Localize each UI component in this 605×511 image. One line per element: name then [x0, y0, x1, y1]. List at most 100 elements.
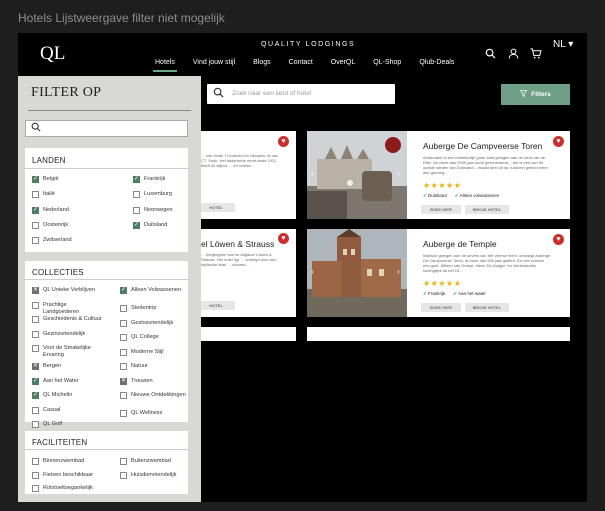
checkmark-icon[interactable]: ✓ — [133, 221, 140, 229]
checkbox-box[interactable] — [32, 221, 39, 229]
checkbox-box[interactable] — [32, 421, 39, 428]
checkbox-box[interactable] — [120, 410, 127, 417]
filter-checkbox[interactable]: QL College — [120, 334, 191, 341]
filter-checkbox[interactable]: Fietsen beschikbaar — [32, 471, 103, 479]
language-select[interactable]: NL ▾ — [553, 39, 573, 50]
carousel-prev-icon[interactable]: ‹ — [311, 169, 314, 178]
favorite-heart-icon[interactable]: ♥ — [553, 136, 564, 147]
cross-icon[interactable]: ✕ — [32, 363, 39, 370]
carousel-prev-icon[interactable]: ‹ — [311, 267, 314, 276]
filter-section-collecties: COLLECTIES ✕ QL Unieke Verblijven Prachtig… — [25, 261, 191, 428]
checkbox-box[interactable] — [120, 363, 127, 370]
filter-checkbox[interactable]: Zwitserland — [32, 237, 103, 245]
logo[interactable]: QL — [40, 43, 65, 65]
nav-vind-jouw-stijl[interactable]: Vind jouw stijl — [184, 58, 244, 68]
filter-checkbox[interactable]: ✓ QL Michelin — [32, 392, 103, 399]
checkbox-box[interactable] — [32, 345, 39, 352]
nav-overql[interactable]: OverQL — [322, 58, 365, 68]
filter-checkbox[interactable]: ✕ Bergen — [32, 363, 103, 370]
filter-checkbox[interactable]: Luxemburg — [133, 191, 204, 199]
carousel-next-icon[interactable]: › — [397, 169, 400, 178]
search-icon[interactable] — [485, 48, 496, 62]
nav-contact[interactable]: Contact — [280, 58, 322, 68]
section-heading: COLLECTIES — [32, 268, 84, 277]
filter-checkbox[interactable]: Stedentrip — [120, 305, 191, 312]
checkbox-box[interactable] — [32, 316, 39, 323]
filter-checkbox[interactable]: Huisdiervriendelijk — [120, 471, 191, 479]
checkbox-box[interactable] — [32, 301, 39, 309]
checkbox-box[interactable] — [32, 330, 39, 338]
checkbox-box[interactable] — [32, 471, 39, 479]
cross-icon[interactable]: ✕ — [32, 287, 39, 294]
checkbox-box[interactable] — [32, 237, 39, 245]
filter-checkbox[interactable]: Oostenrijk — [32, 221, 103, 229]
filter-checkbox[interactable]: Buitenzwembad — [120, 458, 191, 465]
checkmark-icon[interactable]: ✓ — [32, 392, 39, 399]
filter-checkbox[interactable]: Gezinsvriendelijk — [120, 319, 191, 327]
filter-search-input[interactable] — [25, 120, 188, 137]
hotel-card-partial[interactable] — [307, 327, 570, 341]
checkbox-box[interactable] — [133, 191, 140, 199]
filter-checkbox[interactable]: Gezinsvriendelijk — [32, 330, 103, 338]
filter-checkbox[interactable]: ✓ Nederland — [32, 206, 103, 214]
hotel-search-input[interactable]: Zoek naar een land of hotel — [207, 84, 395, 104]
favorite-heart-icon[interactable]: ♥ — [278, 136, 289, 147]
filter-checkbox[interactable]: Noorwegen — [133, 206, 204, 214]
filter-checkbox[interactable]: ✓ Duitsland — [133, 221, 204, 229]
book-button[interactable]: BOEK HIER — [421, 205, 461, 214]
nav-ql-shop[interactable]: QL-Shop — [364, 58, 410, 68]
filter-checkbox[interactable]: Moderne Stijl — [120, 348, 191, 356]
checkbox-box[interactable] — [32, 406, 39, 414]
checkbox-box[interactable] — [120, 319, 127, 327]
hotel-card[interactable]: ‹ › ♥ Auberge De Campveerse Toren Andern… — [307, 131, 570, 219]
filter-checkbox[interactable]: Italië — [32, 191, 103, 199]
filter-checkbox[interactable]: ✕ Trouwen — [120, 377, 191, 385]
cross-icon[interactable]: ✕ — [120, 377, 127, 385]
checkbox-box[interactable] — [120, 334, 127, 341]
view-hotel-button[interactable]: HOTEL — [197, 301, 235, 310]
checkbox-box[interactable] — [120, 348, 127, 356]
filter-checkbox[interactable]: Natuur — [120, 363, 191, 370]
checkbox-box[interactable] — [120, 471, 127, 479]
view-hotel-button[interactable]: BEKIJK HOTEL — [465, 205, 509, 214]
checkmark-icon[interactable]: ✓ — [32, 377, 39, 385]
hotel-card[interactable]: ‹ › ♥ Auberge de Temple Idyllisch gelege… — [307, 229, 570, 317]
filter-checkbox[interactable]: Prachtige Landgoederen — [32, 301, 103, 316]
checkmark-icon[interactable]: ✓ — [32, 206, 39, 214]
filter-checkbox[interactable]: Casual — [32, 406, 103, 414]
checkbox-box[interactable] — [120, 392, 127, 399]
filter-checkbox[interactable]: QL Golf — [32, 421, 103, 428]
hotel-card-partial[interactable] — [201, 327, 296, 341]
filter-checkbox[interactable]: Voor de Smakelijke Ervaring — [32, 345, 103, 359]
filter-checkbox[interactable]: QL Wellness — [120, 410, 191, 417]
favorite-heart-icon[interactable]: ♥ — [278, 233, 289, 244]
filter-checkbox[interactable]: Nieuwe Ontdekkingen — [120, 392, 191, 399]
filter-checkbox[interactable]: ✓ België — [32, 176, 103, 183]
filter-checkbox[interactable]: Binnenzwembad — [32, 458, 103, 465]
nav-blogs[interactable]: Blogs — [244, 58, 280, 68]
carousel-next-icon[interactable]: › — [397, 267, 400, 276]
view-hotel-button[interactable]: BEKIJK HOTEL — [465, 303, 509, 312]
nav-qlub-deals[interactable]: Qlub-Deals — [410, 58, 463, 68]
checkbox-box[interactable] — [120, 458, 127, 465]
checkmark-icon[interactable]: ✓ — [32, 176, 39, 183]
checkbox-box[interactable] — [32, 485, 39, 492]
filters-button[interactable]: Filters — [501, 84, 570, 105]
filter-checkbox[interactable]: ✕ QL Unieke Verblijven — [32, 287, 103, 294]
filter-checkbox[interactable]: ✓ Aan het Water — [32, 377, 103, 385]
user-icon[interactable] — [508, 48, 519, 62]
checkmark-icon[interactable]: ✓ — [120, 287, 127, 294]
favorite-heart-icon[interactable]: ♥ — [553, 234, 564, 245]
filter-checkbox[interactable]: Rolstoeltoegankelijk — [32, 485, 103, 492]
checkbox-box[interactable] — [133, 206, 140, 214]
filter-checkbox[interactable]: ✓ Frankrijk — [133, 176, 204, 183]
checkbox-box[interactable] — [32, 191, 39, 199]
filter-checkbox[interactable]: Geschiedenis & Cultuur — [32, 316, 103, 323]
nav-hotels[interactable]: Hotels — [146, 58, 184, 72]
checkmark-icon[interactable]: ✓ — [133, 176, 140, 183]
checkbox-box[interactable] — [120, 305, 127, 312]
book-button[interactable]: BOEK HIER — [421, 303, 461, 312]
filter-checkbox[interactable]: ✓ Alleen Volwassenen — [120, 287, 191, 294]
cart-icon[interactable] — [530, 48, 542, 62]
checkbox-box[interactable] — [32, 458, 39, 465]
